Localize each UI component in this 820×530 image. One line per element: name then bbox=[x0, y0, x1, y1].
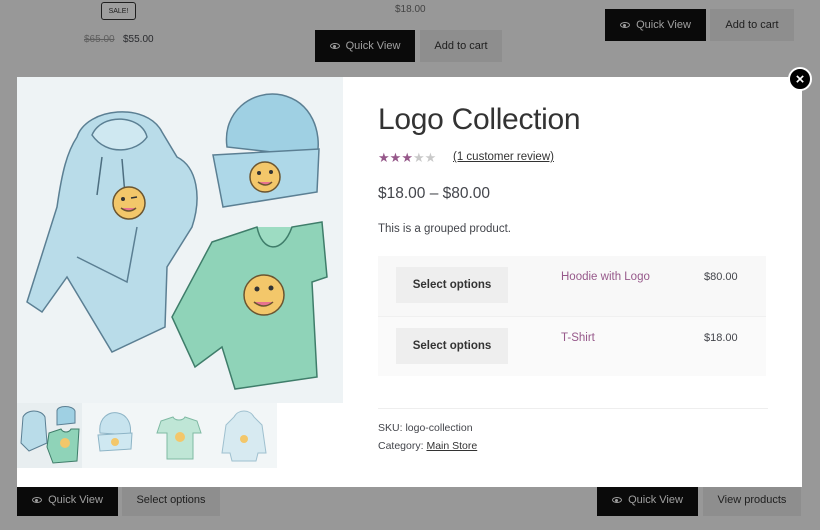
grouped-products-table: Select options Hoodie with Logo $80.00 S… bbox=[378, 256, 766, 376]
product-description: This is a grouped product. bbox=[378, 223, 511, 235]
star-empty-icon: ★ bbox=[412, 150, 425, 165]
thumbnail-logo-collection[interactable] bbox=[17, 403, 82, 468]
table-row: Select options Hoodie with Logo $80.00 bbox=[378, 256, 766, 316]
price-range: $18.00 – $80.00 bbox=[378, 185, 491, 202]
thumbnail-image bbox=[221, 410, 267, 462]
meta-divider bbox=[378, 408, 768, 409]
beanie-drawing bbox=[212, 93, 320, 208]
thumbnail-gallery bbox=[17, 403, 277, 468]
clothing-illustration bbox=[26, 93, 328, 390]
category-link[interactable]: Main Store bbox=[426, 440, 477, 452]
thumbnail-image bbox=[156, 416, 202, 460]
select-options-button[interactable]: Select options bbox=[396, 267, 508, 303]
close-modal-button[interactable]: × bbox=[788, 67, 812, 91]
table-row: Select options T-Shirt $18.00 bbox=[378, 316, 766, 376]
star-empty-icon: ★ bbox=[424, 150, 437, 165]
thumbnail-image bbox=[20, 406, 80, 464]
quick-view-modal: Logo Collection ★ ★ ★ ★ ★ (1 customer re… bbox=[17, 77, 802, 487]
product-category: Category: Main Store bbox=[378, 440, 478, 452]
hoodie-drawing bbox=[26, 111, 198, 353]
product-title: Logo Collection bbox=[378, 103, 581, 136]
product-sku: SKU: logo-collection bbox=[378, 422, 473, 434]
grouped-product-price: $80.00 bbox=[704, 271, 738, 283]
customer-review-link[interactable]: (1 customer review) bbox=[453, 151, 554, 163]
star-filled-icon: ★ bbox=[378, 150, 390, 165]
product-main-image[interactable] bbox=[17, 77, 343, 403]
thumbnail-hoodie[interactable] bbox=[212, 403, 277, 468]
star-filled-icon: ★ bbox=[401, 150, 413, 165]
thumbnail-beanie[interactable] bbox=[82, 403, 147, 468]
grouped-product-price: $18.00 bbox=[704, 332, 738, 344]
close-icon: × bbox=[795, 70, 805, 88]
star-rating: ★ ★ ★ ★ ★ bbox=[378, 151, 436, 164]
select-options-button[interactable]: Select options bbox=[396, 328, 508, 364]
thumbnail-tshirt[interactable] bbox=[147, 403, 212, 468]
grouped-product-link[interactable]: Hoodie with Logo bbox=[561, 271, 650, 283]
tshirt-drawing bbox=[171, 221, 328, 390]
star-filled-icon: ★ bbox=[389, 150, 402, 165]
thumbnail-image bbox=[97, 412, 133, 452]
grouped-product-link[interactable]: T-Shirt bbox=[561, 332, 595, 344]
